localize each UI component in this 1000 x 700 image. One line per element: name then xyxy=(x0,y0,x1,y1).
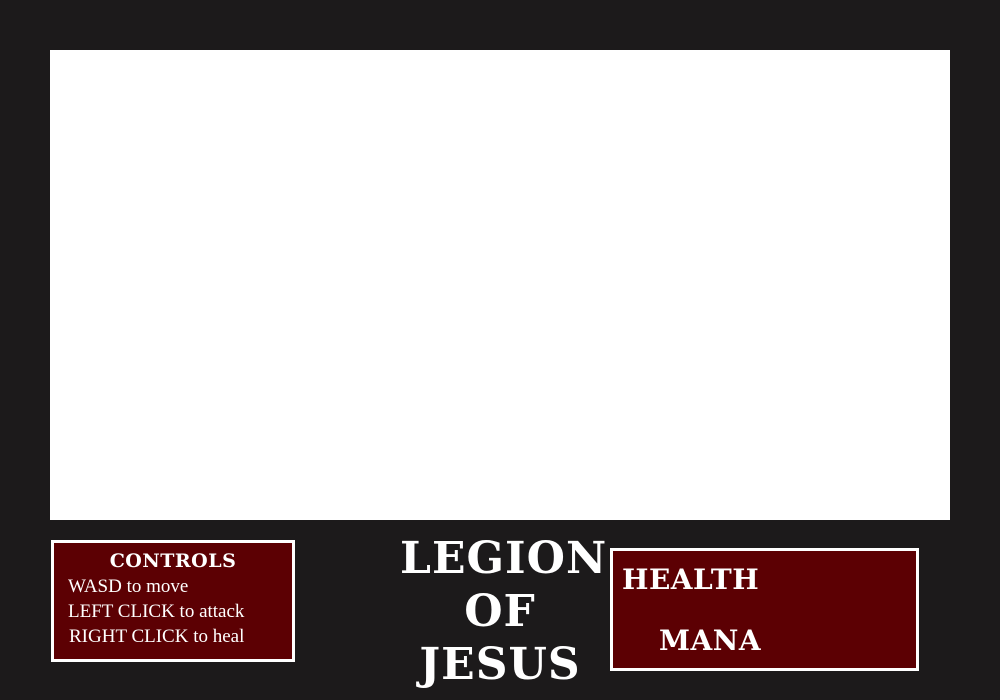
control-heal-text: RIGHT CLICK to heal xyxy=(69,626,245,647)
game-canvas[interactable] xyxy=(50,50,950,520)
game-title-line-3: JESUS xyxy=(419,639,581,690)
mana-label: MANA xyxy=(659,624,762,657)
control-attack-text: LEFT CLICK to attack xyxy=(68,601,245,622)
game-title-line-1: LEGION xyxy=(400,533,608,584)
game-title-line-2: OF xyxy=(464,586,536,637)
game-title: LEGION OF JESUS xyxy=(400,532,608,691)
game-frame: CONTROLS WASD to move LEFT CLICK to atta… xyxy=(0,0,1000,700)
health-label: HEALTH xyxy=(622,563,760,596)
controls-panel: CONTROLS WASD to move LEFT CLICK to atta… xyxy=(51,540,295,662)
controls-title: CONTROLS xyxy=(109,550,237,572)
stats-panel: HEALTH MANA xyxy=(610,548,919,671)
control-move-text: WASD to move xyxy=(68,576,189,597)
